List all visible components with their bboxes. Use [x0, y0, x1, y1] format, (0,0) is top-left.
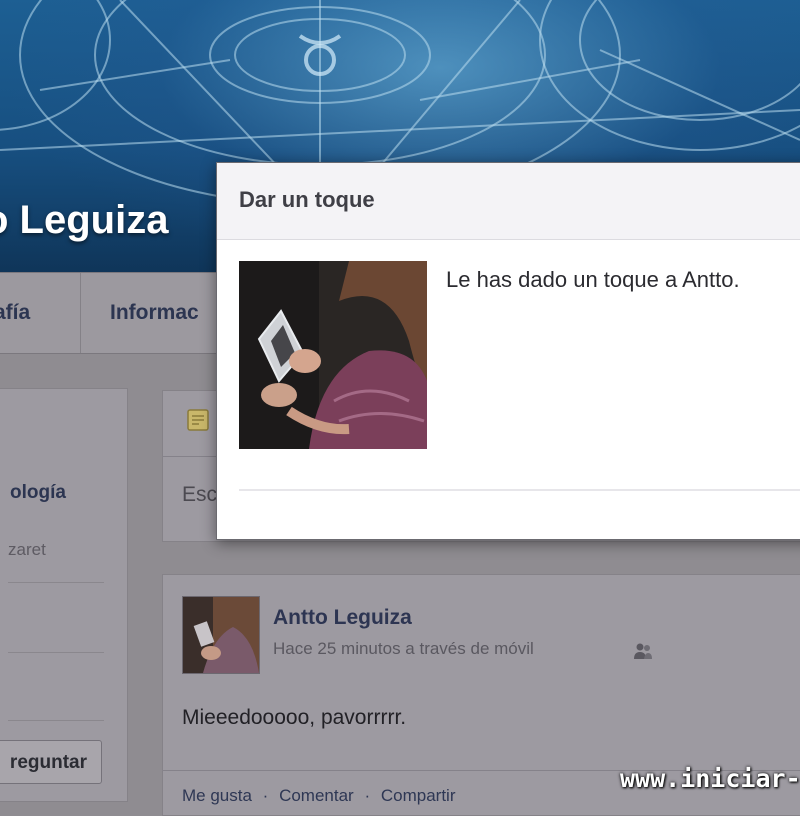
- dialog-footer-divider: [239, 489, 800, 491]
- status-note-icon[interactable]: [186, 408, 210, 432]
- avatar-photo: [183, 597, 259, 673]
- sidebar-divider: [8, 720, 104, 721]
- sidebar-divider: [8, 652, 104, 653]
- post-timestamp[interactable]: Hace 25 minutos a través de móvil: [273, 639, 534, 659]
- site-watermark: www.iniciar-: [620, 764, 800, 793]
- friends-icon[interactable]: [632, 641, 654, 661]
- post-message: Mieeedooooo, pavorrrrr.: [182, 706, 407, 729]
- status-input[interactable]: Esc: [182, 483, 217, 507]
- sidebar-link[interactable]: ología: [10, 482, 66, 504]
- nav-divider: [80, 273, 81, 353]
- poke-dialog: Dar un toque Le has dado un toque a Antt…: [216, 162, 800, 540]
- like-link[interactable]: Me gusta: [182, 786, 252, 805]
- sidebar-divider: [8, 582, 104, 583]
- separator-dot: ·: [364, 786, 371, 805]
- avatar[interactable]: [182, 596, 260, 674]
- profile-photo: [239, 261, 427, 449]
- poked-user-photo[interactable]: [239, 261, 427, 449]
- sidebar-subtext: zaret: [8, 540, 46, 559]
- profile-name: o Leguiza: [0, 198, 169, 242]
- tab-biography[interactable]: afía: [0, 273, 30, 353]
- dialog-header: Dar un toque: [217, 163, 800, 240]
- separator-dot: ·: [262, 786, 269, 805]
- comment-link[interactable]: Comentar: [279, 786, 354, 805]
- tab-information[interactable]: Informac: [110, 273, 199, 353]
- post-author-link[interactable]: Antto Leguiza: [273, 606, 412, 630]
- dialog-title: Dar un toque: [239, 187, 375, 212]
- poke-confirmation-message: Le has dado un toque a Antto.: [446, 267, 740, 292]
- share-link[interactable]: Compartir: [381, 786, 456, 805]
- ask-button[interactable]: reguntar: [0, 740, 102, 784]
- post-actions: Me gusta · Comentar · Compartir: [182, 786, 461, 806]
